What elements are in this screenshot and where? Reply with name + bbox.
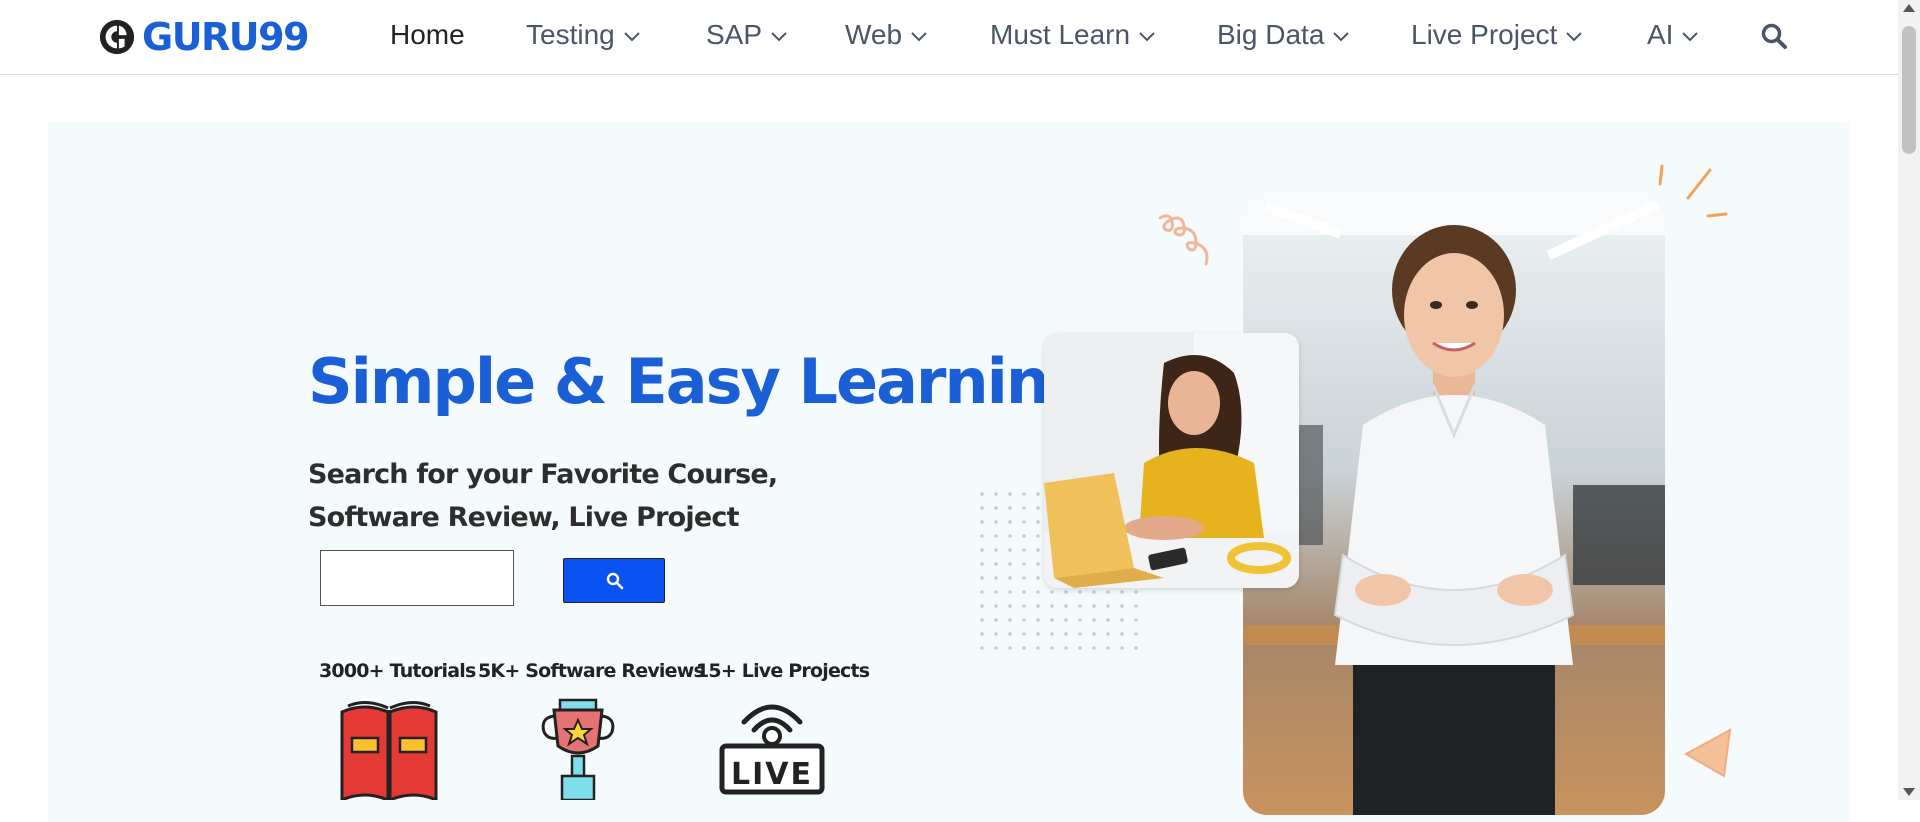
search-icon — [606, 572, 624, 590]
scroll-down-arrow-icon[interactable] — [1903, 788, 1915, 796]
site-header: GURU99 Home Testing SAP Web Must Learn B… — [0, 0, 1898, 75]
nav-label: SAP — [706, 19, 763, 50]
stat-live-projects: 15+ Live Projects — [696, 660, 870, 682]
scrollbar-thumb[interactable] — [1902, 26, 1916, 154]
chevron-down-icon — [1333, 32, 1350, 42]
live-broadcast-icon: LIVE — [719, 704, 825, 795]
student-with-laptop-image — [1044, 333, 1299, 588]
chevron-down-icon — [771, 32, 787, 42]
search-submit-button[interactable] — [563, 558, 665, 603]
hero-title: Simple & Easy Learning — [308, 345, 1092, 418]
page-scrollbar[interactable] — [1898, 0, 1920, 800]
hero-subtitle: Search for your Favorite Course, Softwar… — [308, 459, 778, 533]
brand-name: GURU99 — [142, 15, 310, 59]
course-search-input[interactable] — [320, 550, 514, 606]
chevron-down-icon — [911, 32, 927, 42]
chevron-down-icon — [624, 32, 640, 42]
trophy-icon — [541, 698, 615, 800]
nav-home[interactable]: Home — [390, 19, 465, 51]
scroll-up-arrow-icon[interactable] — [1903, 4, 1915, 12]
nav-label: Big Data — [1217, 19, 1325, 50]
squiggle-decoration — [1158, 214, 1209, 266]
nav-ai[interactable]: AI — [1647, 19, 1699, 51]
stat-tutorials: 3000+ Tutorials — [319, 660, 476, 682]
nav-web[interactable]: Web — [845, 19, 927, 51]
hero-photo-student-laptop — [1044, 333, 1299, 588]
nav-label: AI — [1647, 19, 1674, 50]
nav-must-learn[interactable]: Must Learn — [990, 19, 1155, 51]
search-icon[interactable] — [1760, 22, 1788, 50]
nav-label: Must Learn — [990, 19, 1131, 50]
nav-testing[interactable]: Testing — [526, 19, 640, 51]
nav-label: Web — [845, 19, 903, 50]
stat-software-reviews: 5K+ Software Reviews — [478, 660, 705, 682]
nav-label: Home — [390, 19, 465, 50]
nav-sap[interactable]: SAP — [706, 19, 787, 51]
triangle-decoration — [1684, 728, 1732, 778]
nav-label: Testing — [526, 19, 615, 50]
nav-live-project[interactable]: Live Project — [1411, 19, 1583, 51]
guru99-logo[interactable]: GURU99 — [98, 15, 310, 59]
chevron-down-icon — [1139, 32, 1155, 42]
live-badge-text: LIVE — [731, 757, 813, 792]
chevron-down-icon — [1682, 32, 1699, 42]
logo-mark-icon — [99, 19, 135, 55]
book-icon — [340, 701, 438, 800]
nav-big-data[interactable]: Big Data — [1217, 19, 1350, 51]
hero-photo-professional-woman — [1243, 195, 1665, 815]
nav-label: Live Project — [1411, 19, 1558, 50]
professional-woman-image — [1243, 195, 1665, 815]
chevron-down-icon — [1566, 32, 1583, 42]
